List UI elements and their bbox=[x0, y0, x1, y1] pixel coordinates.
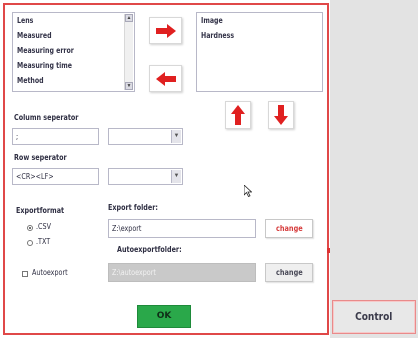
csv-radio[interactable] bbox=[27, 225, 33, 231]
list-item[interactable]: Measuring time bbox=[17, 61, 72, 70]
list-item[interactable]: Hardness bbox=[201, 31, 234, 40]
autoexport-checkbox[interactable] bbox=[22, 271, 28, 277]
autoexport-folder-value: Z:\autoexport bbox=[112, 268, 156, 277]
export-format-label: Exportformat bbox=[16, 206, 65, 215]
txt-radio[interactable] bbox=[27, 240, 33, 246]
arrow-up-icon bbox=[231, 105, 245, 125]
control-button-label: Control bbox=[355, 310, 393, 323]
row-separator-value: <CR><LF> bbox=[16, 172, 54, 181]
control-button[interactable]: Control bbox=[332, 300, 416, 334]
txt-option-label[interactable]: .TXT bbox=[36, 237, 50, 246]
chevron-down-icon[interactable]: ▼ bbox=[171, 130, 181, 143]
mouse-cursor-icon bbox=[244, 185, 252, 197]
move-up-button[interactable] bbox=[225, 101, 251, 129]
autoexport-label[interactable]: Autoexport bbox=[32, 268, 68, 277]
export-folder-input[interactable]: Z:\export bbox=[108, 219, 256, 238]
list-item[interactable]: Image bbox=[201, 16, 223, 25]
selected-fields-list[interactable]: Image Hardness bbox=[196, 12, 323, 92]
list-item[interactable]: Measuring error bbox=[17, 46, 74, 55]
arrow-down-icon bbox=[274, 105, 288, 125]
arrow-right-icon bbox=[155, 23, 176, 38]
column-separator-select[interactable]: ▼ bbox=[108, 128, 183, 145]
export-folder-value: Z:\export bbox=[112, 224, 142, 233]
autoexport-folder-input: Z:\autoexport bbox=[108, 263, 256, 282]
csv-option-label[interactable]: .CSV bbox=[36, 222, 51, 231]
autoexport-folder-label: Autoexportfolder: bbox=[117, 245, 182, 254]
row-separator-label: Row seperator bbox=[14, 153, 67, 162]
export-folder-label: Export folder: bbox=[108, 203, 158, 212]
available-list-scrollbar[interactable]: ▲ ▼ bbox=[124, 14, 133, 90]
column-separator-value: ; bbox=[16, 132, 19, 141]
change-button-label: change bbox=[275, 268, 303, 277]
list-item[interactable]: Measured bbox=[17, 31, 52, 40]
change-export-folder-button[interactable]: change bbox=[265, 219, 313, 238]
arrow-left-icon bbox=[155, 71, 176, 86]
move-down-button[interactable] bbox=[268, 101, 294, 129]
move-left-button[interactable] bbox=[149, 65, 182, 92]
column-separator-input[interactable]: ; bbox=[12, 128, 99, 145]
scroll-up-icon[interactable]: ▲ bbox=[125, 14, 133, 22]
list-item[interactable]: Method bbox=[17, 76, 44, 85]
scroll-down-icon[interactable]: ▼ bbox=[125, 82, 133, 90]
change-autoexport-folder-button[interactable]: change bbox=[265, 263, 313, 282]
change-button-label: change bbox=[275, 224, 303, 233]
ok-button[interactable]: OK bbox=[137, 305, 191, 328]
row-separator-input[interactable]: <CR><LF> bbox=[12, 168, 99, 185]
column-separator-label: Column seperator bbox=[14, 113, 79, 122]
available-fields-list[interactable]: Lens Measured Measuring error Measuring … bbox=[12, 12, 135, 92]
list-item[interactable]: Lens bbox=[17, 16, 33, 25]
panel-marker bbox=[327, 248, 330, 253]
chevron-down-icon[interactable]: ▼ bbox=[171, 170, 181, 183]
move-right-button[interactable] bbox=[149, 17, 182, 44]
row-separator-select[interactable]: ▼ bbox=[108, 168, 183, 185]
side-panel bbox=[330, 0, 418, 338]
